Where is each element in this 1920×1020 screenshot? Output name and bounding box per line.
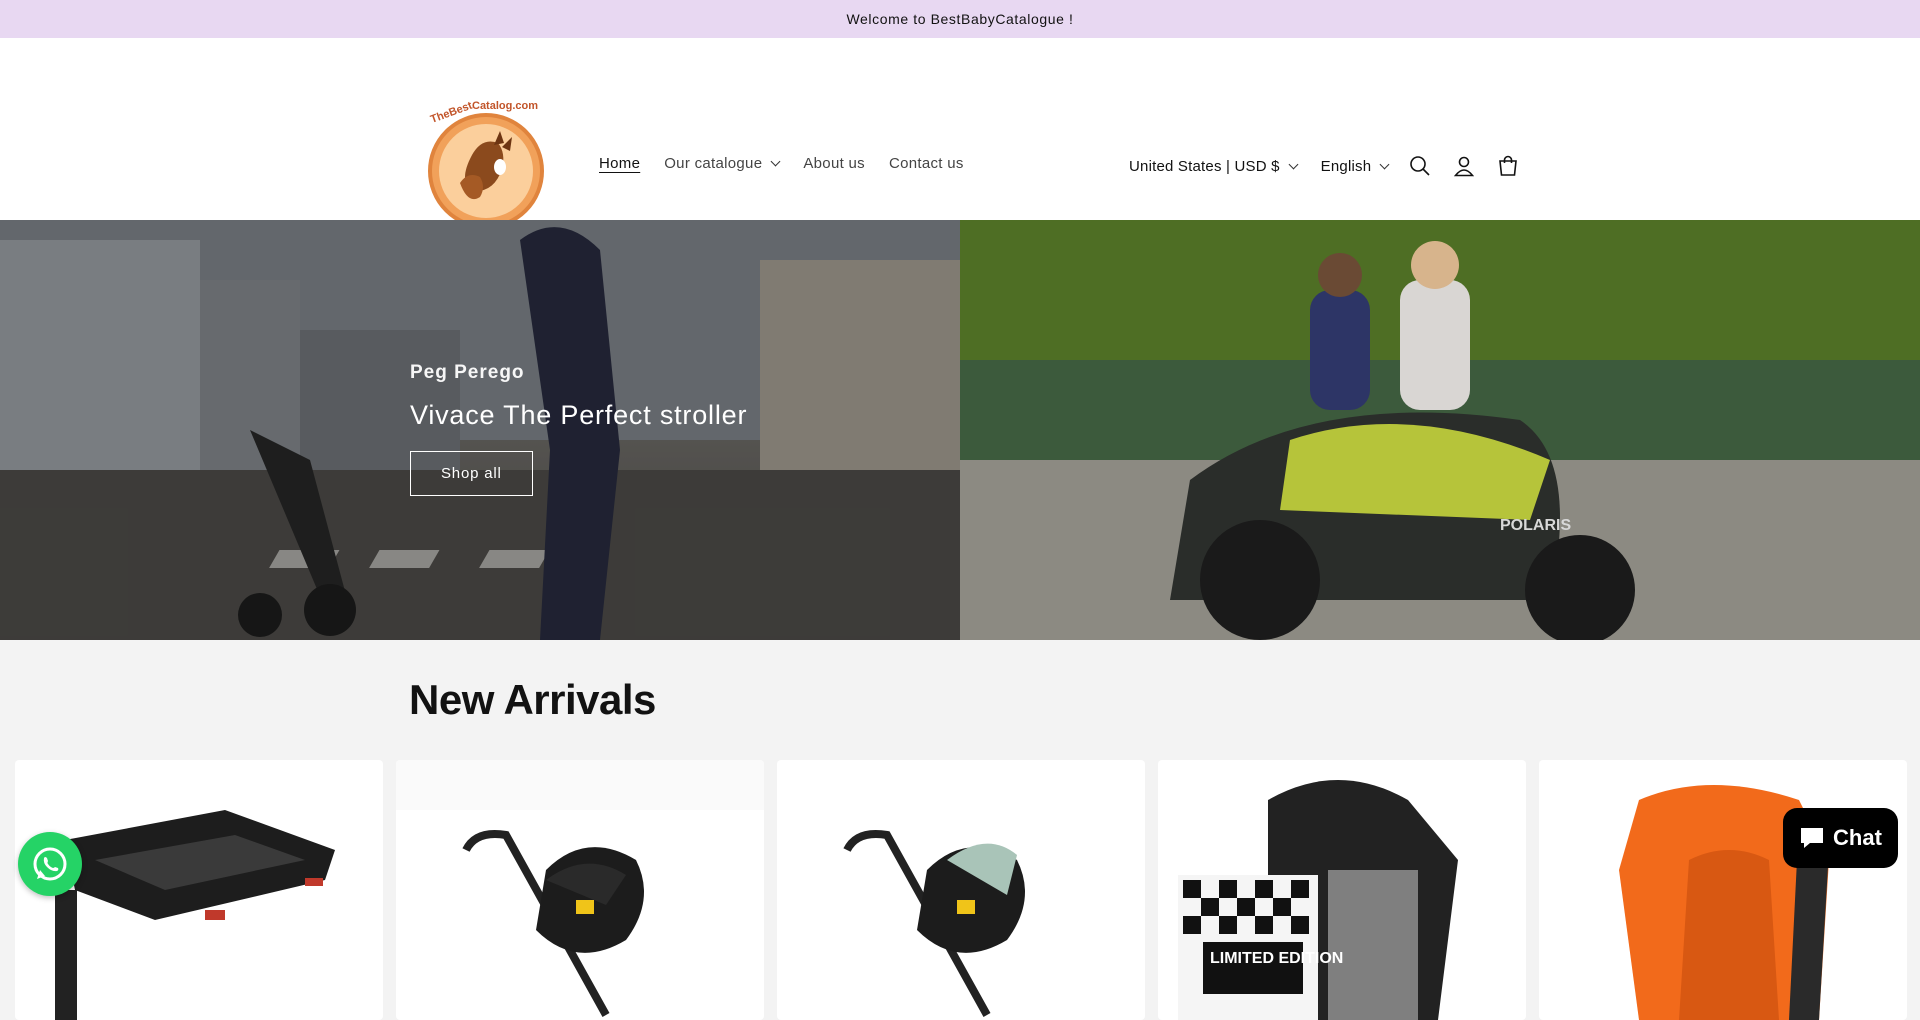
nav-about-us[interactable]: About us [803, 155, 865, 172]
svg-text:POLARIS: POLARIS [1500, 517, 1571, 534]
hero-title: Vivace The Perfect stroller [410, 400, 748, 430]
nav-contact-us[interactable]: Contact us [889, 155, 964, 172]
country-selector-label: United States | USD $ [1129, 157, 1280, 175]
nav-contact-label: Contact us [888, 155, 964, 172]
product-card[interactable] [777, 760, 1145, 1020]
kids-on-quad-scene: POLARIS [960, 220, 1920, 640]
booster-seat-image: LIMITED EDITION [1178, 780, 1458, 1020]
search-icon [1410, 156, 1430, 176]
hero-subtitle: Peg Perego [410, 362, 525, 383]
mint-stroller-image [843, 830, 1025, 1017]
cart-icon [1499, 155, 1518, 176]
logo[interactable]: TheBest Catalog.com [412, 95, 548, 231]
product-card[interactable] [396, 760, 764, 1020]
site-header: TheBest Catalog.com Home Our catalogue A… [0, 38, 1920, 229]
orange-booster-image [1619, 785, 1829, 1020]
whatsapp-icon [33, 847, 67, 881]
chevron-down-icon [1379, 159, 1390, 169]
hero-content: Peg Perego Vivace The Perfect stroller S… [410, 362, 747, 496]
language-selector[interactable]: English [1320, 157, 1390, 175]
hero-image-stroller: Peg Perego Vivace The Perfect stroller S… [0, 220, 960, 640]
whatsapp-button[interactable] [18, 832, 82, 896]
chat-bubble-icon [1801, 828, 1824, 848]
main-nav: Home Our catalogue About us Contact us [599, 155, 964, 172]
nav-catalogue-label: Our catalogue [664, 155, 763, 172]
product-card[interactable] [1539, 760, 1907, 1020]
hero-banner: Peg Perego Vivace The Perfect stroller S… [0, 220, 1920, 640]
section-title: New Arrivals [409, 676, 656, 723]
nav-home-label: Home [599, 155, 641, 172]
product-card[interactable] [15, 760, 383, 1020]
product-card[interactable]: LIMITED EDITION [1158, 760, 1526, 1020]
header-utilities: United States | USD $ English [1129, 148, 1530, 184]
product-grid: LIMITED EDITION [15, 760, 1907, 1020]
chat-label: Chat [1833, 825, 1882, 850]
nav-about-label: About us [803, 155, 865, 172]
account-button[interactable] [1442, 148, 1486, 184]
announcement-bar: Welcome to BestBabyCatalogue ! [0, 0, 1920, 38]
nav-home[interactable]: Home [599, 155, 640, 172]
language-selector-label: English [1320, 157, 1372, 175]
limited-edition-label: LIMITED EDITION [1210, 950, 1343, 967]
announcement-text: Welcome to BestBabyCatalogue ! [846, 11, 1074, 27]
account-icon [1454, 156, 1475, 177]
chevron-down-icon [770, 156, 781, 167]
hero-image-quad: POLARIS [960, 220, 1920, 640]
svg-text:Catalog.com: Catalog.com [472, 100, 538, 112]
country-selector[interactable]: United States | USD $ [1129, 157, 1299, 175]
shop-all-button[interactable]: Shop all [410, 451, 533, 496]
nav-our-catalogue[interactable]: Our catalogue [664, 155, 781, 172]
isofix-base-image [55, 810, 335, 1020]
chevron-down-icon [1288, 159, 1299, 169]
cart-button[interactable] [1486, 148, 1530, 184]
black-stroller-image [396, 760, 764, 1017]
chat-button[interactable]: Chat [1783, 808, 1898, 868]
search-button[interactable] [1398, 148, 1442, 184]
